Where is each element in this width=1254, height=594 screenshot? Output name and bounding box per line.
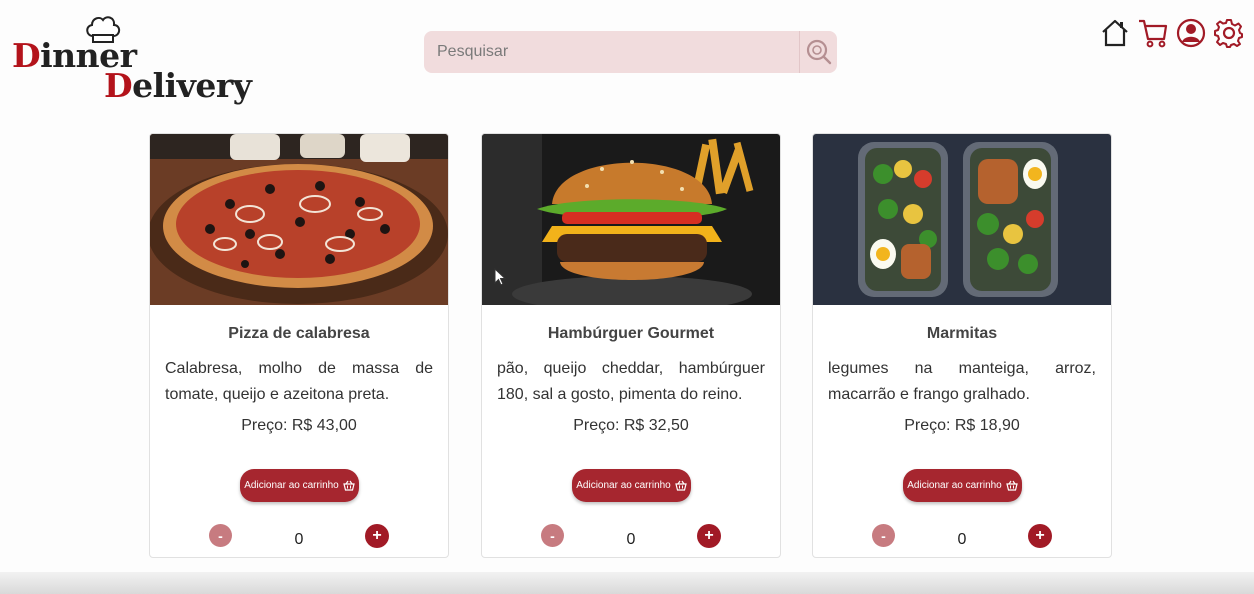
quantity-stepper: - 0 +: [813, 524, 1111, 550]
settings-button[interactable]: [1214, 16, 1244, 50]
search-bar: [424, 31, 837, 73]
header: Dinner Delivery: [0, 0, 1254, 110]
bottom-bar: [0, 572, 1254, 594]
quantity-stepper: - 0 +: [150, 524, 448, 550]
brand-line-2: Delivery: [104, 66, 252, 105]
product-name: Hambúrguer Gourmet: [547, 325, 715, 342]
product-description: pão, queijo cheddar, hambúrguer 180, sal…: [497, 360, 765, 403]
search-input[interactable]: [424, 31, 799, 73]
product-card-marmitas: Marmitas legumes na manteiga, arroz, mac…: [812, 133, 1112, 558]
product-price: Preço: R$ 43,00: [241, 417, 357, 434]
cart-button[interactable]: [1138, 16, 1168, 50]
pizza-image: [150, 134, 448, 305]
quantity-value: 0: [957, 531, 967, 548]
home-button[interactable]: [1100, 16, 1130, 50]
add-to-cart-button[interactable]: Adicionar ao carrinho: [572, 469, 691, 502]
product-name: Marmitas: [926, 325, 998, 342]
mouse-cursor-icon: [494, 268, 506, 286]
quantity-value: 0: [294, 531, 304, 548]
add-to-cart-label: Adicionar ao carrinho: [244, 480, 339, 491]
home-icon: [1102, 19, 1128, 47]
marmitas-image: [813, 134, 1111, 305]
user-icon: [1176, 18, 1206, 48]
add-to-cart-label: Adicionar ao carrinho: [576, 480, 671, 491]
cart-icon: [1139, 19, 1168, 48]
settings-icon: [1214, 19, 1243, 48]
search-icon: [806, 39, 831, 65]
nav-icons: [1100, 16, 1244, 50]
increase-quantity-button[interactable]: +: [697, 524, 721, 548]
search-button[interactable]: [799, 31, 837, 73]
product-description: legumes na manteiga, arroz, macarrão e f…: [828, 360, 1096, 403]
product-card-burger: Hambúrguer Gourmet pão, queijo cheddar, …: [481, 133, 781, 558]
basket-icon: [674, 480, 687, 491]
decrease-quantity-button[interactable]: -: [541, 524, 564, 547]
basket-icon: [1005, 480, 1018, 491]
product-card-pizza: Pizza de calabresa Calabresa, molho de m…: [149, 133, 449, 558]
basket-icon: [342, 480, 355, 491]
decrease-quantity-button[interactable]: -: [209, 524, 232, 547]
decrease-quantity-button[interactable]: -: [872, 524, 895, 547]
quantity-value: 0: [626, 531, 636, 548]
burger-image: [482, 134, 780, 305]
profile-button[interactable]: [1176, 16, 1206, 50]
product-description: Calabresa, molho de massa de tomate, que…: [165, 360, 433, 403]
increase-quantity-button[interactable]: +: [365, 524, 389, 548]
product-price: Preço: R$ 18,90: [904, 417, 1020, 434]
product-name: Pizza de calabresa: [228, 325, 370, 342]
add-to-cart-label: Adicionar ao carrinho: [907, 480, 1002, 491]
add-to-cart-button[interactable]: Adicionar ao carrinho: [903, 469, 1022, 502]
quantity-stepper: - 0 +: [482, 524, 780, 550]
add-to-cart-button[interactable]: Adicionar ao carrinho: [240, 469, 359, 502]
brand-logo[interactable]: Dinner Delivery: [10, 14, 252, 105]
product-price: Preço: R$ 32,50: [573, 417, 689, 434]
increase-quantity-button[interactable]: +: [1028, 524, 1052, 548]
